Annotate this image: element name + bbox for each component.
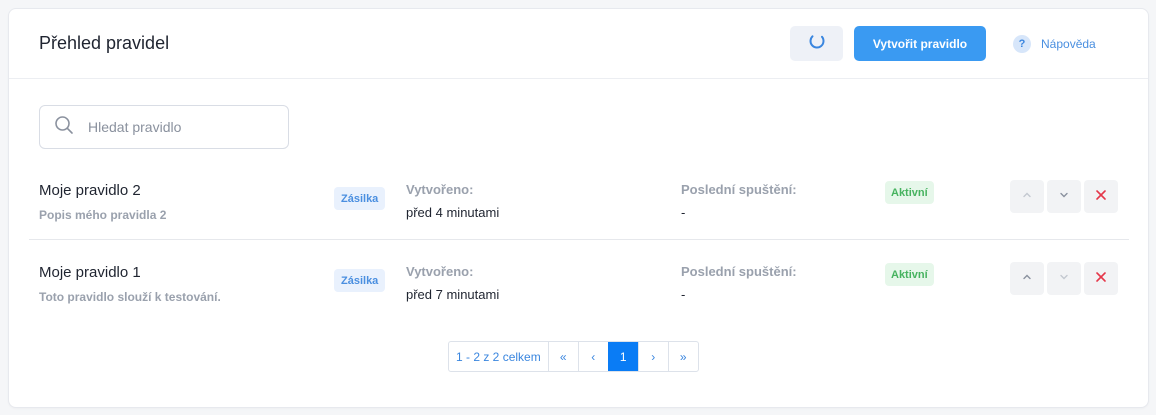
chevron-up-icon <box>1021 188 1033 206</box>
page-title: Přehled pravidel <box>39 33 170 53</box>
create-rule-button[interactable]: Vytvořit pravidlo <box>854 26 986 61</box>
rules-card: Přehled pravidel Vytvořit pravidlo ? Náp… <box>8 8 1149 408</box>
last-run-label: Poslední spuštění: <box>681 264 797 279</box>
first-page-button[interactable]: « <box>547 342 578 371</box>
created-label: Vytvořeno: <box>406 264 474 279</box>
refresh-button[interactable] <box>790 26 843 61</box>
rule-name[interactable]: Moje pravidlo 1 <box>39 264 141 281</box>
search-icon <box>40 115 74 140</box>
rule-type-badge: Zásilka <box>334 269 386 292</box>
help-icon: ? <box>1013 35 1031 53</box>
page-header: Přehled pravidel Vytvořit pravidlo ? Náp… <box>9 9 1148 79</box>
delete-button[interactable] <box>1084 262 1118 295</box>
chevron-up-icon <box>1021 270 1033 288</box>
move-down-button[interactable] <box>1047 262 1081 295</box>
rule-type-badge: Zásilka <box>334 187 386 210</box>
chevron-down-icon <box>1058 188 1070 206</box>
rule-row: Moje pravidlo 1 Toto pravidlo slouží k t… <box>29 252 1129 321</box>
last-run-value: - <box>681 205 686 220</box>
refresh-icon <box>808 32 826 55</box>
pagination: 1 - 2 z 2 celkem « ‹ 1 › » <box>448 341 699 372</box>
last-run-value: - <box>681 287 686 302</box>
last-run-label: Poslední spuštění: <box>681 182 797 197</box>
pagination-summary: 1 - 2 z 2 celkem <box>456 349 541 364</box>
close-icon <box>1095 270 1107 288</box>
last-page-button[interactable]: » <box>667 342 698 371</box>
help-link[interactable]: ? Nápověda <box>1013 34 1096 54</box>
prev-page-button[interactable]: ‹ <box>577 342 608 371</box>
delete-button[interactable] <box>1084 180 1118 213</box>
status-badge: Aktivní <box>885 263 934 286</box>
created-label: Vytvořeno: <box>406 182 474 197</box>
close-icon <box>1095 188 1107 206</box>
status-badge: Aktivní <box>885 181 934 204</box>
created-value: před 4 minutami <box>406 205 500 220</box>
move-up-button[interactable] <box>1010 180 1044 213</box>
created-value: před 7 minutami <box>406 287 500 302</box>
move-up-button[interactable] <box>1010 262 1044 295</box>
chevron-down-icon <box>1058 270 1070 288</box>
rule-name[interactable]: Moje pravidlo 2 <box>39 182 141 199</box>
help-label: Nápověda <box>1041 37 1096 51</box>
search-box[interactable] <box>39 105 289 149</box>
page-button-current[interactable]: 1 <box>607 342 638 371</box>
move-down-button[interactable] <box>1047 180 1081 213</box>
rule-description: Toto pravidlo slouží k testování. <box>39 290 221 304</box>
search-input[interactable] <box>86 118 270 136</box>
next-page-button[interactable]: › <box>637 342 668 371</box>
rule-description: Popis mého pravidla 2 <box>39 208 167 222</box>
rule-row: Moje pravidlo 2 Popis mého pravidla 2 Zá… <box>29 170 1129 240</box>
